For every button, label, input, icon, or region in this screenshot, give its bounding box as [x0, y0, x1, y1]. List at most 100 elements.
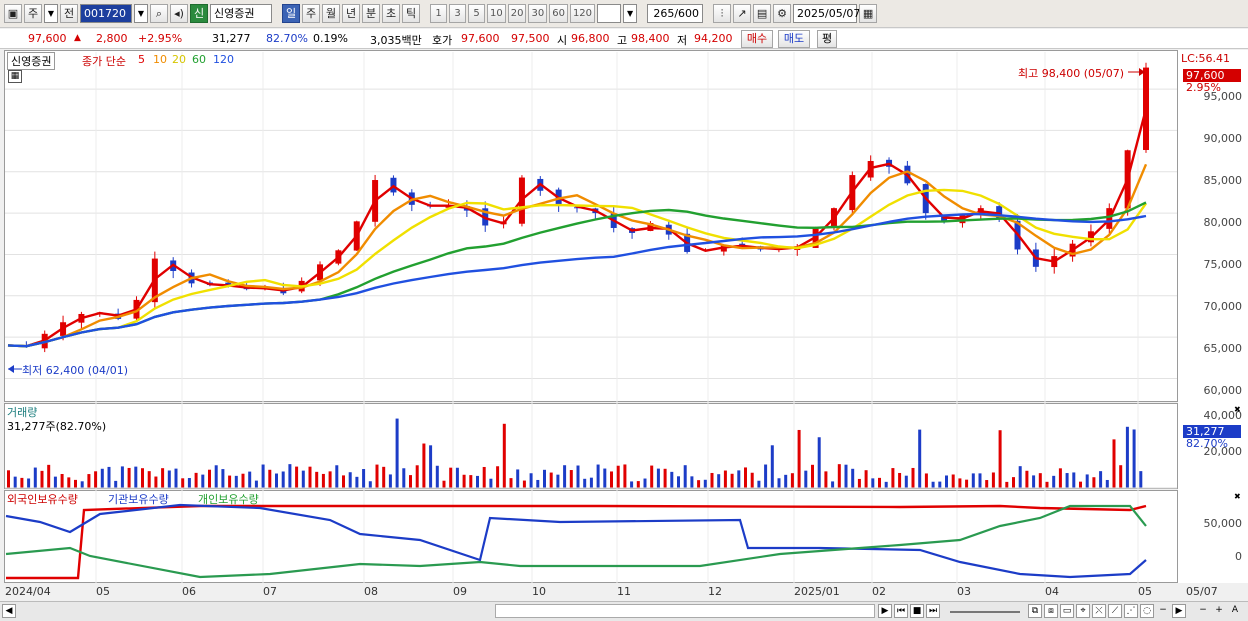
x-tick: 12: [708, 585, 722, 598]
layout-icon[interactable]: ▣: [4, 4, 22, 23]
x-tick: 09: [453, 585, 467, 598]
rewind-icon[interactable]: ⏮: [894, 604, 908, 618]
crosshair-icon[interactable]: ⌖: [1076, 604, 1090, 618]
scroll-thumb[interactable]: [495, 604, 875, 618]
scrollbar[interactable]: ◀ ▶ ⏮ ■ ⏭ ⧉ ⧈ ▭ ⌖ ⤬ ⟋ ⋰ ◌ − ▶ − + A: [0, 601, 1248, 621]
x-tick: 03: [957, 585, 971, 598]
copy-icon[interactable]: ⧈: [1044, 604, 1058, 618]
legend-institution-holding: 기관보유수량: [108, 493, 169, 506]
panel-close-icon[interactable]: ✖: [1234, 405, 1241, 414]
turnover-rate: 0.19%: [313, 32, 348, 45]
sell-button[interactable]: 매도: [778, 30, 810, 48]
tab-period-day[interactable]: 일: [282, 4, 300, 23]
flat-button[interactable]: 평: [817, 30, 837, 48]
speaker-icon[interactable]: ◂): [170, 4, 188, 23]
y-tick: 60,000: [1203, 384, 1243, 397]
ask-label: 호가: [432, 34, 453, 47]
scroll-left-icon[interactable]: ◀: [2, 604, 16, 618]
tab-period-tick[interactable]: 틱: [402, 4, 420, 23]
compare-icon[interactable]: ⧉: [1028, 604, 1042, 618]
chevron-down-icon[interactable]: ▼: [44, 4, 58, 23]
low-label: 저: [677, 34, 688, 47]
interval-custom-input[interactable]: [597, 4, 622, 23]
interval-60[interactable]: 60: [549, 4, 568, 23]
candle-type-icon[interactable]: ⫶: [713, 4, 732, 23]
tab-period-month[interactable]: 월: [322, 4, 340, 23]
interval-10[interactable]: 10: [487, 4, 506, 23]
volume-panel[interactable]: [4, 403, 1178, 489]
table-icon[interactable]: ▦: [8, 70, 22, 83]
y-tick: 80,000: [1203, 216, 1243, 229]
interval-30[interactable]: 30: [528, 4, 548, 23]
x-tick: 2024/04: [5, 585, 51, 598]
legend-ma10: 10: [153, 53, 167, 66]
interval-5[interactable]: 5: [468, 4, 485, 23]
interval-120[interactable]: 120: [569, 4, 596, 23]
legend-stock-name[interactable]: 신영증권: [7, 52, 56, 70]
chevron-down-icon[interactable]: ▼: [623, 4, 638, 23]
lc-label: LC:56.41: [1181, 52, 1231, 65]
legend-ma60: 60: [192, 53, 206, 66]
zoom-out-minus-icon[interactable]: −: [1156, 604, 1170, 618]
x-tick: 2025/01: [794, 585, 840, 598]
fib-tool-icon[interactable]: ⋰: [1124, 604, 1138, 618]
tab-period-minute[interactable]: 분: [362, 4, 380, 23]
y-tick: 70,000: [1203, 300, 1243, 313]
trend-tool-icon[interactable]: ⟋: [1108, 604, 1122, 618]
legend-individual-holding: 개인보유수량: [198, 493, 259, 506]
chart-area: [0, 50, 1248, 621]
auto-scale-icon[interactable]: A: [1228, 604, 1242, 618]
interval-20[interactable]: 20: [507, 4, 527, 23]
volume-value: 31,277: [212, 32, 251, 45]
x-tick: 11: [617, 585, 631, 598]
holding-panel[interactable]: [4, 490, 1178, 583]
tab-period-second[interactable]: 초: [382, 4, 400, 23]
up-arrow-icon: ▲: [74, 33, 81, 43]
zoom-slider[interactable]: [950, 611, 1020, 613]
open-label: 시: [557, 34, 568, 47]
high-price: 98,400: [631, 32, 670, 45]
period-unit-select[interactable]: 주: [24, 4, 42, 23]
stock-name-field[interactable]: 신영증권: [210, 4, 272, 23]
open-price: 96,800: [571, 32, 610, 45]
bid-price: 97,500: [511, 32, 550, 45]
buy-button[interactable]: 매수: [741, 30, 773, 48]
scroll-right-icon[interactable]: ▶: [878, 604, 892, 618]
date-input[interactable]: 2025/05/07: [793, 4, 860, 23]
draw-tool-icon[interactable]: ↗: [733, 4, 752, 23]
stock-code-input[interactable]: 001720: [80, 4, 132, 23]
xy-icon[interactable]: ⤬: [1092, 604, 1106, 618]
calendar-icon[interactable]: ▦: [859, 4, 878, 23]
x-tick: 08: [364, 585, 378, 598]
ask-price: 97,600: [461, 32, 500, 45]
stop-icon[interactable]: ■: [910, 604, 924, 618]
scroll-end-icon[interactable]: ▶: [1172, 604, 1186, 618]
x-tick: 10: [532, 585, 546, 598]
window-icon[interactable]: ▭: [1060, 604, 1074, 618]
save-icon[interactable]: ▤: [753, 4, 772, 23]
holding-y-tick: 0: [1235, 550, 1242, 563]
zoom-out-icon[interactable]: −: [1196, 604, 1210, 618]
price-panel[interactable]: [4, 50, 1178, 402]
high-label: 고: [617, 34, 628, 47]
interval-1[interactable]: 1: [430, 4, 447, 23]
x-tick: 05/07: [1186, 585, 1218, 598]
gear-icon[interactable]: ⚙: [773, 4, 792, 23]
count-display[interactable]: 265/600: [647, 4, 704, 23]
holding-y-tick: 50,000: [1203, 517, 1243, 530]
prev-button[interactable]: 전: [60, 4, 78, 23]
legend-ma-label: 종가 단순: [82, 55, 126, 68]
search-icon[interactable]: ⌕: [150, 4, 168, 23]
zoom-in-icon[interactable]: +: [1212, 604, 1226, 618]
x-tick: 05: [96, 585, 110, 598]
chevron-down-icon[interactable]: ▼: [134, 4, 148, 23]
panel-close-icon[interactable]: ✖: [1234, 492, 1241, 501]
tab-period-year[interactable]: 년: [342, 4, 360, 23]
volume-ratio: 82.70%: [266, 32, 308, 45]
stock-badge: 신: [190, 4, 208, 23]
forward-icon[interactable]: ⏭: [926, 604, 940, 618]
cycle-tool-icon[interactable]: ◌: [1140, 604, 1154, 618]
tab-period-week[interactable]: 주: [302, 4, 320, 23]
toolbar: ▣ 주 ▼ 전 001720 ▼ ⌕ ◂) 신 신영증권 일 주 월 년 분 초…: [0, 0, 1248, 28]
interval-3[interactable]: 3: [449, 4, 466, 23]
